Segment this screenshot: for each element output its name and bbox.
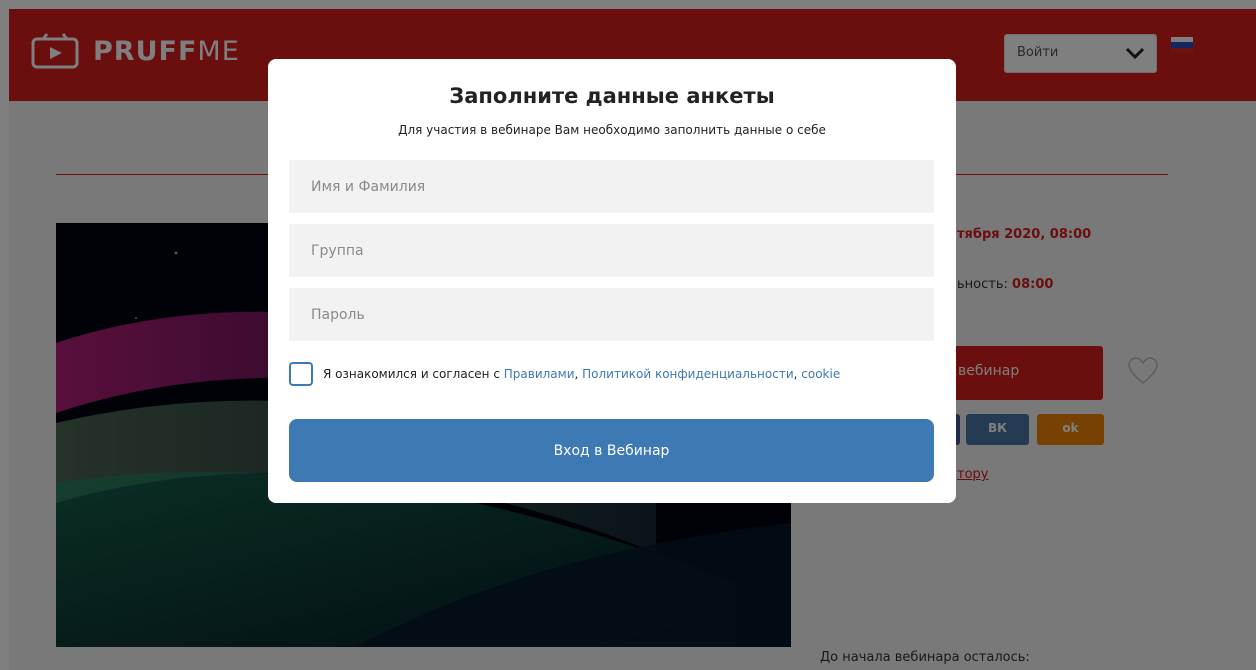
privacy-policy-link[interactable]: Политикой конфиденциальности <box>582 367 793 381</box>
group-field[interactable] <box>289 224 934 277</box>
enter-webinar-button[interactable]: Вход в Вебинар <box>289 419 934 482</box>
modal-subtitle: Для участия в вебинаре Вам необходимо за… <box>398 123 826 137</box>
questionnaire-modal: Заполните данные анкеты Для участия в ве… <box>268 59 956 503</box>
agreement-separator-1: , <box>574 367 583 381</box>
rules-link[interactable]: Правилами <box>504 367 575 381</box>
agreement-prefix: Я ознакомился и согласен с <box>323 367 504 381</box>
password-field[interactable] <box>289 288 934 341</box>
cookie-link[interactable]: cookie <box>801 367 840 381</box>
agreement-row: Я ознакомился и согласен с Правилами, По… <box>289 362 840 386</box>
agreement-text: Я ознакомился и согласен с Правилами, По… <box>323 367 840 381</box>
agreement-checkbox[interactable] <box>289 362 313 386</box>
name-field[interactable] <box>289 160 934 213</box>
modal-title: Заполните данные анкеты <box>449 84 775 108</box>
